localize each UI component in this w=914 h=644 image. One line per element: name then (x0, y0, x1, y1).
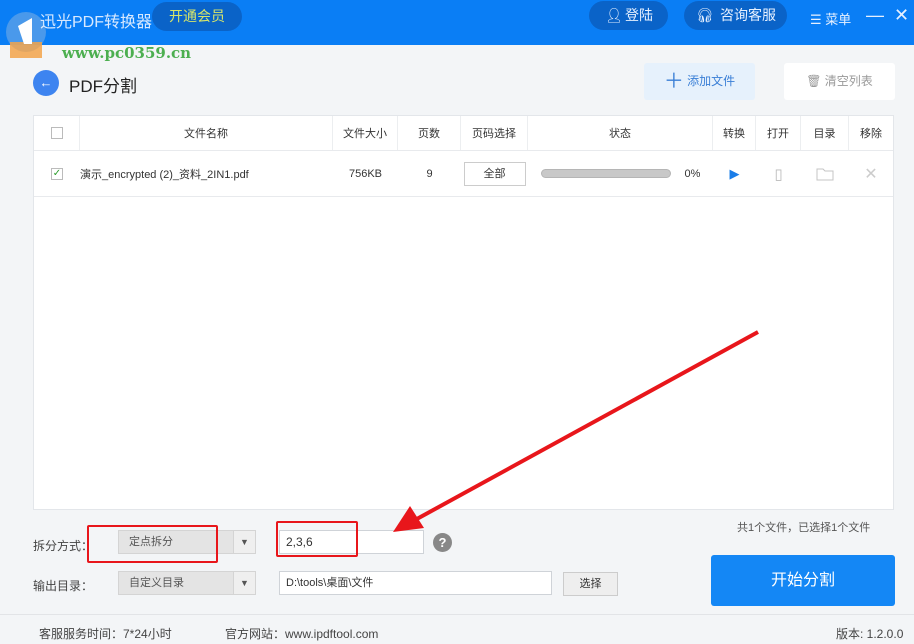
annotation-arrow-icon (393, 330, 759, 532)
